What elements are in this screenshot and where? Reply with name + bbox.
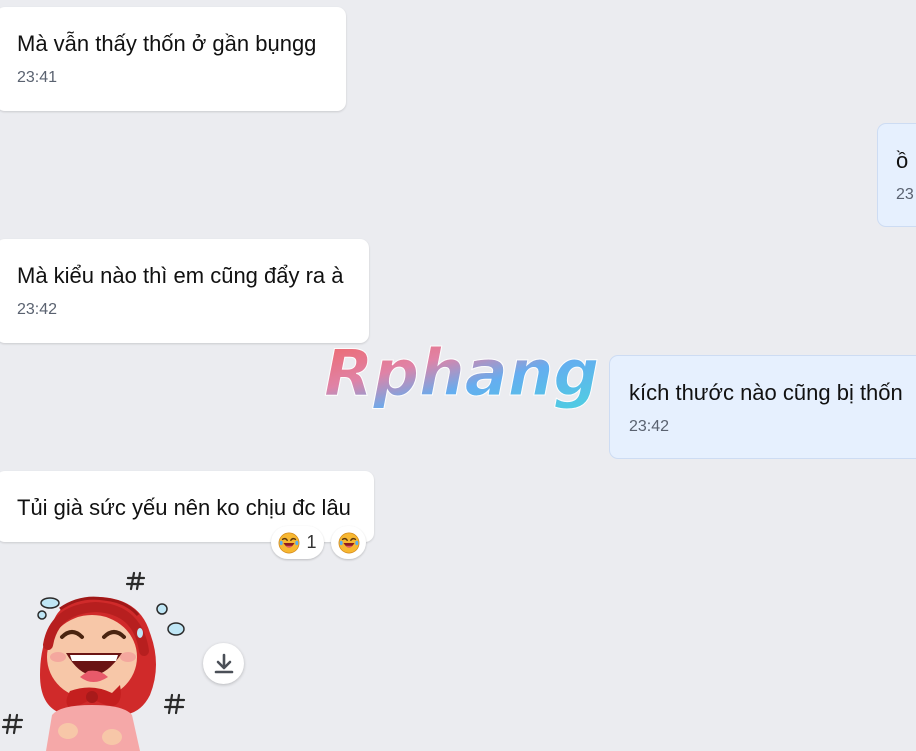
laughing-crying-emoji-icon [279, 532, 300, 553]
message-text: Mà vẫn thấy thốn ở gần bụngg [17, 31, 317, 56]
message-bubble-sent[interactable]: ồ 23 [877, 123, 916, 227]
add-reaction-button[interactable] [331, 526, 366, 559]
message-time: 23:41 [17, 69, 58, 86]
message-time: 23:42 [629, 418, 670, 435]
message-text: kích thước nào cũng bị thốn [629, 380, 903, 405]
laughing-crying-emoji-icon [338, 532, 359, 553]
message-time: 23 [896, 186, 914, 203]
message-bubble-received[interactable]: Mà vẫn thấy thốn ở gần bụngg 23:41 [0, 7, 346, 111]
reaction-chip[interactable]: 1 [271, 526, 324, 559]
download-button[interactable] [203, 643, 244, 684]
message-time: 23:42 [17, 301, 58, 318]
crying-laughing-sticker[interactable] [0, 565, 200, 751]
download-icon [214, 653, 233, 673]
message-text: Mà kiểu nào thì em cũng đẩy ra à [17, 263, 344, 288]
message-bubble-sent[interactable]: kích thước nào cũng bị thốn 23:42 [609, 355, 916, 459]
watermark-logo: Rphang [324, 337, 600, 412]
message-bubble-received[interactable]: Mà kiểu nào thì em cũng đẩy ra à 23:42 [0, 239, 369, 343]
message-text: ồ [896, 148, 909, 173]
watermark-text: Rphang [324, 337, 599, 411]
reaction-count: 1 [306, 532, 317, 552]
message-text: Tủi già sức yếu nên ko chịu đc lâu [17, 495, 351, 520]
